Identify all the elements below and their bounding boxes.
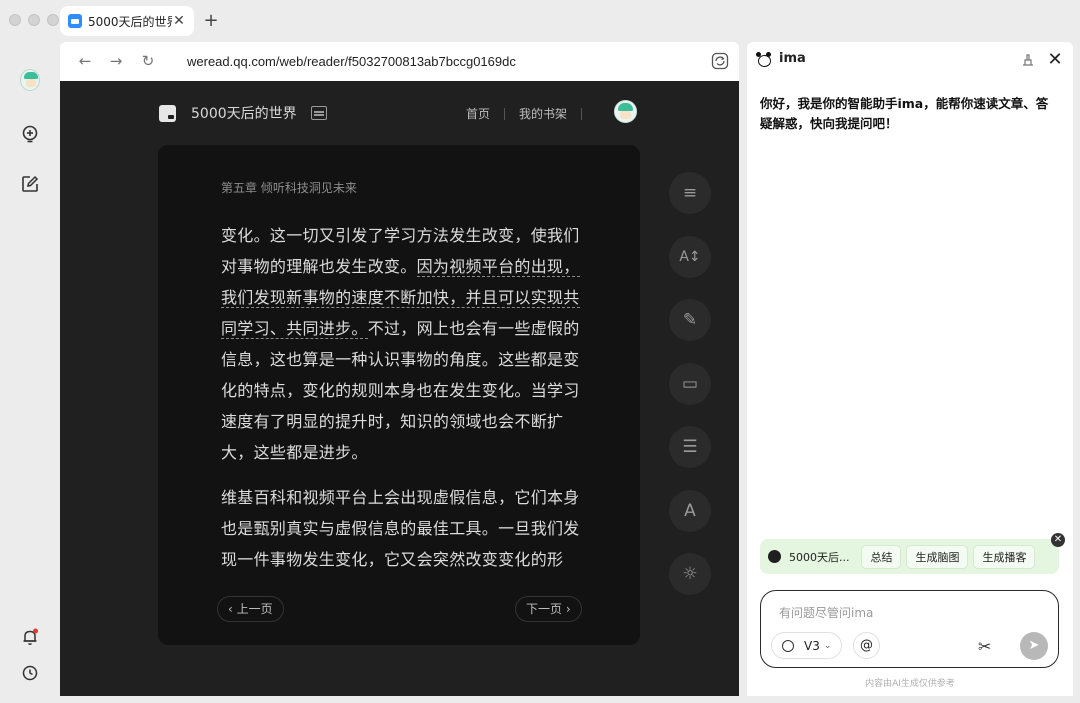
tab-close-icon[interactable]: ✕	[172, 13, 186, 29]
reader-header: 5000天后的世界	[159, 103, 327, 123]
ima-name: ima	[779, 51, 806, 66]
prev-page-button[interactable]: ‹ 上一页	[217, 596, 284, 622]
nav-home-link[interactable]: 首页	[466, 105, 490, 122]
next-arrow-icon: ›	[565, 602, 571, 616]
book-title[interactable]: 5000天后的世界	[191, 103, 297, 123]
new-tab-button[interactable]: +	[202, 10, 220, 31]
nav-divider	[503, 107, 505, 120]
document-title[interactable]: 5000天后...	[789, 549, 849, 565]
ima-close-icon[interactable]: ✕	[1046, 49, 1064, 70]
summary-chip[interactable]: 总结	[861, 544, 902, 569]
refresh-page-svg	[711, 52, 729, 70]
next-page-label: 下一页	[526, 602, 563, 616]
browser-window: ← → ↻ weread.qq.com/web/reader/f50327008…	[60, 42, 739, 696]
notes-list-icon[interactable]: ☰	[669, 426, 711, 468]
browser-tab[interactable]: 5000天后的世界 ✕	[60, 6, 194, 36]
ima-assistant-panel: ima ✕ 你好，我是你的智能助手ima，能帮你速读文章、答疑解惑，快向我提问吧…	[747, 42, 1073, 696]
catalog-toggle-icon[interactable]	[310, 106, 327, 120]
comment-icon[interactable]: ▭	[669, 363, 711, 405]
left-sidebar	[0, 40, 60, 703]
avatar	[20, 69, 40, 91]
chevron-down-icon: ⌄	[823, 640, 832, 651]
reload-button[interactable]: ↻	[139, 52, 157, 70]
url-bar: ← → ↻ weread.qq.com/web/reader/f50327008…	[60, 42, 739, 81]
mention-button[interactable]: @	[853, 632, 880, 659]
edit-svg	[22, 175, 39, 192]
history-icon[interactable]	[20, 663, 40, 683]
model-version-select[interactable]: V3 ⌄	[771, 632, 843, 659]
chat-input-box[interactable]: 有问题尽管问ima V3 ⌄ @ ✂ ➤	[760, 590, 1059, 668]
chat-input-placeholder[interactable]: 有问题尽管问ima	[779, 604, 873, 621]
brightness-icon[interactable]: ☼	[669, 553, 711, 595]
quick-actions-bar: 5000天后... 总结 生成脑图 生成播客	[760, 539, 1059, 574]
weread-logo-icon[interactable]	[159, 104, 176, 122]
globe-icon	[782, 639, 794, 652]
paragraph-1-text-c: 不过，网上也会有一些虚假的信息，这也算是一种认识事物的角度。这些都是变化的特点，…	[221, 319, 580, 462]
nav-shelf-link[interactable]: 我的书架	[519, 105, 567, 122]
weread-favicon-icon	[68, 14, 82, 28]
font-icon[interactable]: A	[669, 490, 711, 532]
panda-logo-icon	[756, 51, 771, 67]
prev-page-label: 上一页	[236, 602, 273, 616]
document-icon	[768, 550, 781, 563]
forward-button[interactable]: →	[107, 52, 125, 70]
pin-icon[interactable]	[1021, 52, 1035, 66]
reader-view: 5000天后的世界 首页 我的书架 第五章 倾听科技洞见未来 变化。这一切又引发…	[60, 81, 739, 696]
quick-actions-close-icon[interactable]: ✕	[1051, 533, 1065, 547]
user-avatar[interactable]	[614, 100, 637, 123]
ai-disclaimer: 内容由AI生成仅供参考	[865, 679, 955, 689]
zoom-window-button[interactable]	[47, 14, 59, 26]
model-version-label: V3	[804, 638, 820, 653]
paragraph-2: 维基百科和视频平台上会出现虚假信息，它们本身也是甄别真实与虚假信息的最佳工具。一…	[221, 488, 580, 569]
add-bulb-icon[interactable]	[20, 124, 40, 144]
prev-arrow-icon: ‹	[228, 602, 233, 616]
scissors-icon[interactable]: ✂	[978, 637, 991, 656]
top-nav: 首页 我的书架	[466, 105, 596, 122]
reading-page: 第五章 倾听科技洞见未来 变化。这一切又引发了学习方法发生改变，使我们对事物的理…	[158, 145, 640, 645]
ima-header: ima	[756, 51, 806, 67]
clock-svg	[22, 665, 38, 681]
greeting-message: 你好，我是你的智能助手ima，能帮你速读文章、答疑解惑，快向我提问吧！	[760, 96, 1049, 131]
send-button[interactable]: ➤	[1020, 632, 1048, 660]
minimize-window-button[interactable]	[28, 14, 40, 26]
translate-page-icon[interactable]	[711, 52, 729, 70]
bell-svg	[23, 628, 38, 645]
bell-icon[interactable]	[20, 627, 40, 647]
window-controls	[9, 14, 59, 26]
pin-svg	[1023, 54, 1033, 66]
back-button[interactable]: ←	[76, 52, 94, 70]
next-page-button[interactable]: 下一页 ›	[515, 596, 582, 622]
note-pen-icon[interactable]: ✎	[669, 299, 711, 341]
catalog-menu-icon[interactable]: ≡	[669, 172, 711, 214]
nav-divider	[581, 107, 582, 120]
edit-icon[interactable]	[20, 174, 40, 194]
paragraph-1: 变化。这一切又引发了学习方法发生改变，使我们对事物的理解也发生改变。因为视频平台…	[221, 220, 583, 468]
close-window-button[interactable]	[9, 14, 21, 26]
tab-title: 5000天后的世界	[88, 14, 172, 29]
mindmap-chip[interactable]: 生成脑图	[906, 544, 969, 569]
chapter-title: 第五章 倾听科技洞见未来	[221, 181, 357, 195]
avatar-icon[interactable]	[20, 69, 40, 91]
podcast-chip[interactable]: 生成播客	[973, 544, 1036, 569]
text-size-icon[interactable]: A↕	[669, 236, 711, 278]
url-text[interactable]: weread.qq.com/web/reader/f5032700813ab7b…	[187, 54, 516, 69]
add-bulb-svg	[22, 125, 38, 143]
